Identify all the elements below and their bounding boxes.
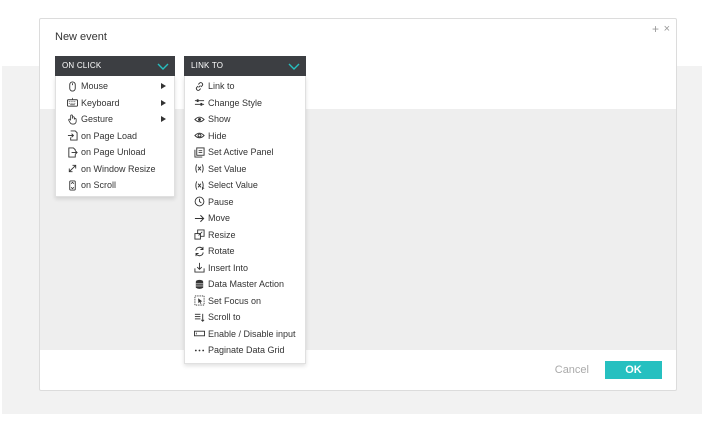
hand-icon (66, 113, 78, 125)
action-item-insert-into[interactable]: Insert Into (185, 260, 305, 277)
select-variable-icon (193, 179, 205, 191)
action-item-select-value[interactable]: Select Value (185, 177, 305, 194)
chevron-down-icon (157, 63, 169, 70)
ellipsis-icon (193, 344, 205, 356)
page-load-icon (66, 130, 78, 142)
action-item-label: Resize (208, 229, 236, 240)
clock-icon (193, 196, 205, 208)
action-item-label: Select Value (208, 180, 258, 191)
trigger-item-page-load[interactable]: on Page Load (56, 128, 174, 145)
trigger-dropdown: ON CLICK Mouse Keyboard Gesture on Page … (55, 56, 175, 197)
trigger-item-gesture[interactable]: Gesture (56, 111, 174, 128)
trigger-item-label: on Scroll (81, 180, 117, 191)
action-item-label: Hide (208, 130, 227, 141)
action-item-move[interactable]: Move (185, 210, 305, 227)
focus-icon (193, 295, 205, 307)
action-item-hide[interactable]: Hide (185, 128, 305, 145)
action-item-enable-disable-input[interactable]: Enable / Disable input (185, 326, 305, 343)
keyboard-icon (66, 97, 78, 109)
action-item-label: Insert Into (208, 262, 249, 273)
trigger-item-label: on Page Load (81, 130, 138, 141)
panel-icon (193, 146, 205, 158)
action-item-label: Paginate Data Grid (208, 345, 285, 356)
action-item-label: Data Master Action (208, 279, 285, 290)
action-dropdown-label: LINK TO (191, 61, 224, 70)
action-item-set-value[interactable]: Set Value (185, 161, 305, 178)
scroll-to-icon (193, 311, 205, 323)
submenu-arrow-icon (161, 116, 166, 122)
trigger-item-scroll[interactable]: on Scroll (56, 177, 174, 194)
action-item-label: Set Value (208, 163, 247, 174)
variable-icon (193, 163, 205, 175)
action-item-resize[interactable]: Resize (185, 227, 305, 244)
close-icon[interactable]: × (664, 23, 670, 35)
action-item-paginate-data-grid[interactable]: Paginate Data Grid (185, 342, 305, 359)
trigger-dropdown-label: ON CLICK (62, 61, 102, 70)
dialog-title: New event (55, 31, 107, 43)
resize-icon (193, 229, 205, 241)
ok-button[interactable]: OK (605, 361, 662, 379)
action-item-show[interactable]: Show (185, 111, 305, 128)
action-item-set-focus-on[interactable]: Set Focus on (185, 293, 305, 310)
submenu-arrow-icon (161, 99, 166, 106)
action-item-rotate[interactable]: Rotate (185, 243, 305, 260)
trigger-dropdown-header[interactable]: ON CLICK (55, 56, 175, 76)
action-dropdown: LINK TO Link to Change Style Show Hide S… (184, 56, 306, 364)
action-item-change-style[interactable]: Change Style (185, 95, 305, 112)
rotate-icon (193, 245, 205, 257)
chevron-down-icon (288, 63, 300, 70)
eye-hidden-icon (193, 130, 205, 142)
action-item-label: Enable / Disable input (208, 328, 296, 339)
arrow-right-icon (193, 212, 205, 224)
action-item-label: Set Focus on (208, 295, 262, 306)
action-dropdown-menu: Link to Change Style Show Hide Set Activ… (184, 76, 306, 364)
action-dropdown-header[interactable]: LINK TO (184, 56, 306, 76)
trigger-item-mouse[interactable]: Mouse (56, 78, 174, 95)
scroll-icon (66, 179, 78, 191)
trigger-item-keyboard[interactable]: Keyboard (56, 95, 174, 112)
sliders-icon (193, 97, 205, 109)
mouse-icon (66, 80, 78, 92)
link-icon (193, 80, 205, 92)
trigger-item-page-unload[interactable]: on Page Unload (56, 144, 174, 161)
eye-icon (193, 113, 205, 125)
action-item-pause[interactable]: Pause (185, 194, 305, 211)
action-item-data-master-action[interactable]: Data Master Action (185, 276, 305, 293)
action-item-link-to[interactable]: Link to (185, 78, 305, 95)
action-item-set-active-panel[interactable]: Set Active Panel (185, 144, 305, 161)
submenu-arrow-icon (161, 83, 166, 89)
input-icon (193, 328, 205, 340)
trigger-item-label: on Window Resize (81, 163, 156, 174)
action-item-label: Pause (208, 196, 234, 207)
action-item-label: Set Active Panel (208, 147, 274, 158)
action-item-label: Change Style (208, 97, 263, 108)
expand-icon[interactable]: + (652, 23, 659, 35)
action-item-label: Rotate (208, 246, 235, 257)
action-item-scroll-to[interactable]: Scroll to (185, 309, 305, 326)
trigger-item-label: Mouse (81, 81, 109, 92)
trigger-item-window-resize[interactable]: on Window Resize (56, 161, 174, 178)
trigger-item-label: Gesture (81, 114, 114, 125)
action-item-label: Show (208, 114, 231, 125)
resize-arrows-icon (66, 163, 78, 175)
trigger-item-label: Keyboard (81, 97, 120, 108)
trigger-item-label: on Page Unload (81, 147, 146, 158)
action-item-label: Move (208, 213, 231, 224)
trigger-dropdown-menu: Mouse Keyboard Gesture on Page Load on P… (55, 76, 175, 197)
database-icon (193, 278, 205, 290)
cancel-button[interactable]: Cancel (555, 364, 589, 376)
action-item-label: Link to (208, 81, 235, 92)
action-item-label: Scroll to (208, 312, 241, 323)
insert-icon (193, 262, 205, 274)
page-unload-icon (66, 146, 78, 158)
